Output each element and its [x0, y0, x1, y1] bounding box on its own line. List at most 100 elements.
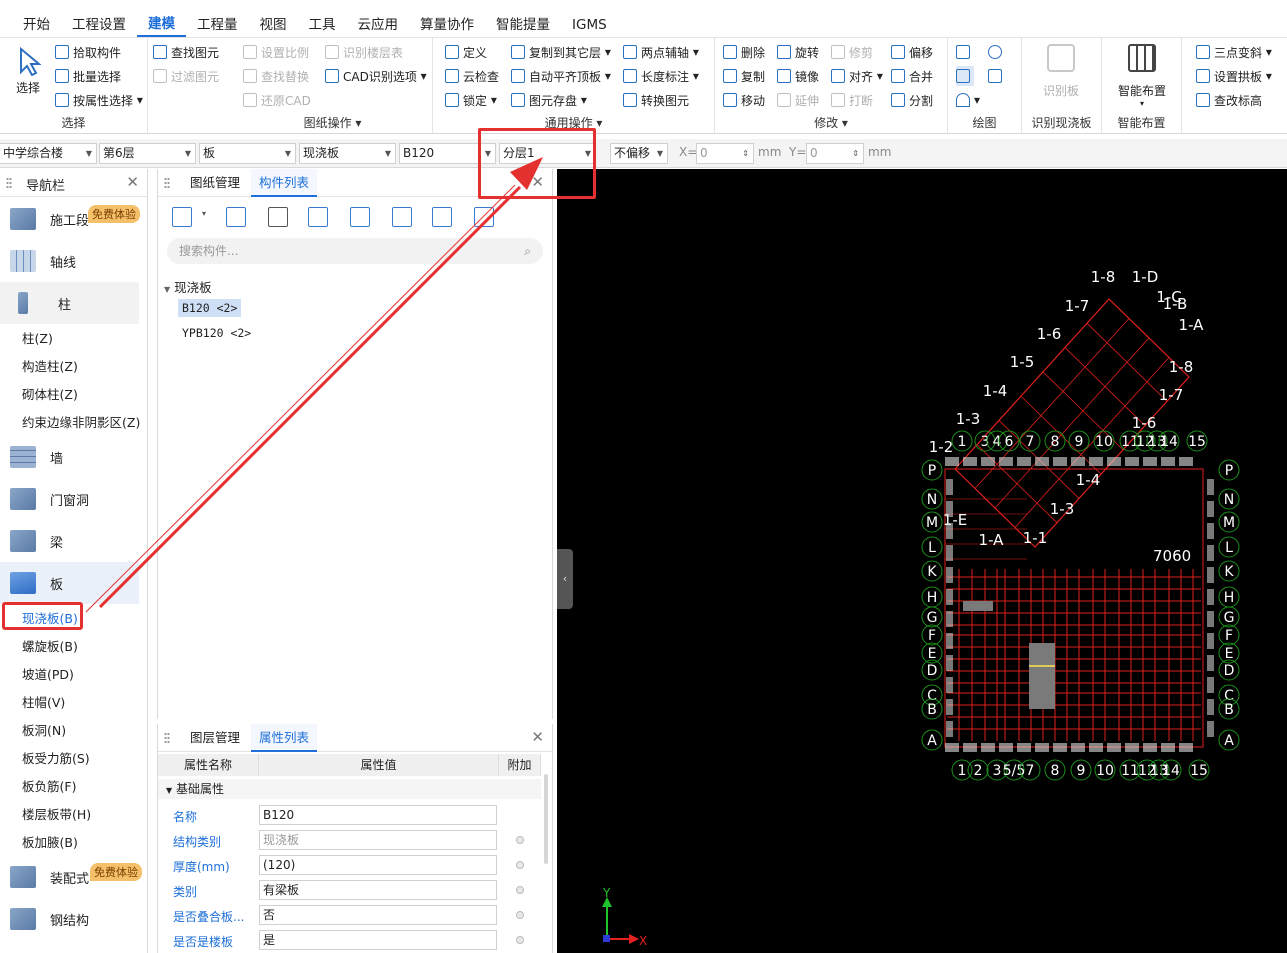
attach-checkbox[interactable]: [516, 886, 524, 894]
cad-options-button[interactable]: CAD识别选项 ▾: [325, 66, 427, 86]
define-button[interactable]: 定义: [445, 42, 487, 62]
menu-start[interactable]: 开始: [12, 12, 61, 38]
pick-component-button[interactable]: 拾取构件: [55, 42, 121, 62]
nav-sub-edge-zone[interactable]: 约束边缘非阴影区(Z): [22, 413, 140, 433]
building-select[interactable]: 中学综合楼 ▼: [0, 143, 97, 164]
import-icon[interactable]: [350, 207, 370, 227]
drawing-ops-label[interactable]: 图纸操作 ▾: [233, 114, 432, 131]
find-replace-button[interactable]: 查找替换: [243, 66, 309, 86]
floor-select[interactable]: 第6层 ▼: [99, 143, 196, 164]
nav-sub-ramp[interactable]: 坡道(PD): [22, 665, 74, 685]
nav-sub-column[interactable]: 柱(Z): [22, 329, 53, 349]
extend-button[interactable]: 延伸: [777, 90, 819, 110]
lock-button[interactable]: 锁定 ▾: [445, 90, 497, 110]
y-input[interactable]: 0 ⇕: [806, 143, 864, 164]
nav-sub-constructional-column[interactable]: 构造柱(Z): [22, 357, 78, 377]
align-button[interactable]: 对齐 ▾: [831, 66, 883, 86]
prop-category-value[interactable]: 有梁板: [259, 880, 497, 900]
delete-button[interactable]: 删除: [723, 42, 765, 62]
rotate-button[interactable]: 旋转: [777, 42, 819, 62]
convert-element-button[interactable]: 转换图元: [623, 90, 689, 110]
tab-component-list[interactable]: 构件列表: [251, 169, 318, 197]
copy-to-other-floor-button[interactable]: 复制到其它层 ▾: [511, 42, 611, 62]
drag-handle-icon[interactable]: [164, 177, 170, 189]
tree-item-ypb120[interactable]: YPB120 <2>: [182, 326, 251, 340]
merge-button[interactable]: 合并: [891, 66, 933, 86]
nav-column[interactable]: 柱: [0, 282, 139, 324]
tab-layer-management[interactable]: 图层管理: [182, 724, 248, 752]
category-select[interactable]: 板 ▼: [199, 143, 296, 164]
scrollbar[interactable]: [544, 774, 548, 864]
nav-sub-column-cap[interactable]: 柱帽(V): [22, 693, 65, 713]
modify-label[interactable]: 修改 ▾: [715, 114, 947, 131]
prop-name-value[interactable]: B120: [259, 805, 497, 825]
menu-igms[interactable]: IGMS: [561, 12, 618, 38]
menu-view[interactable]: 视图: [249, 12, 298, 38]
new-component-icon[interactable]: [172, 207, 192, 227]
draw-rotate-point-button[interactable]: [988, 42, 1006, 62]
mirror-button[interactable]: 镜像: [777, 66, 819, 86]
break-button[interactable]: 打断: [831, 90, 873, 110]
batch-select-button[interactable]: 批量选择: [55, 66, 121, 86]
restore-cad-button[interactable]: 还原CAD: [243, 90, 311, 110]
menu-project-settings[interactable]: 工程设置: [61, 12, 137, 38]
search-input[interactable]: 搜索构件... ⌕: [167, 238, 543, 264]
nav-slab[interactable]: 板: [0, 562, 139, 604]
select-button[interactable]: 选择: [8, 46, 48, 96]
export-icon[interactable]: [392, 207, 412, 227]
nav-sub-slab-rebar[interactable]: 板受力筋(S): [22, 749, 90, 769]
tree-root[interactable]: ▼ 现浇板: [164, 277, 212, 296]
nav-axis[interactable]: 轴线: [0, 240, 139, 282]
type-select[interactable]: 现浇板 ▼: [299, 143, 396, 164]
recognize-floor-table-button[interactable]: 识别楼层表: [325, 42, 403, 62]
draw-arc-button[interactable]: ▾: [956, 90, 980, 110]
offset-select[interactable]: 不偏移 ▼: [610, 143, 668, 164]
select-by-attr-button[interactable]: 按属性选择 ▾: [55, 90, 143, 110]
close-icon[interactable]: ✕: [531, 728, 544, 746]
drawing-canvas[interactable]: P P N N M M L L K K H H G G F F E E D D C C B B A A 1 3 4 6 7 8 9 10 11 12 1…: [557, 169, 1287, 953]
duplicate-icon[interactable]: [308, 207, 328, 227]
prop-floor-slab-value[interactable]: 是: [259, 930, 497, 950]
element-save-button[interactable]: 图元存盘 ▾: [511, 90, 587, 110]
nav-sub-masonry-column[interactable]: 砌体柱(Z): [22, 385, 78, 405]
draw-line-button[interactable]: [956, 66, 974, 86]
attach-checkbox[interactable]: [516, 836, 524, 844]
auto-align-top-button[interactable]: 自动平齐顶板 ▾: [511, 66, 611, 86]
image-icon[interactable]: [474, 207, 494, 227]
move-button[interactable]: 移动: [723, 90, 765, 110]
nav-sub-floor-strip[interactable]: 楼层板带(H): [22, 805, 91, 825]
split-button[interactable]: 分割: [891, 90, 933, 110]
prop-composite-value[interactable]: 否: [259, 905, 497, 925]
find-element-button[interactable]: 查找图元: [153, 42, 219, 62]
two-point-axis-button[interactable]: 两点辅轴 ▾: [623, 42, 699, 62]
smart-layout-button[interactable]: 智能布置 ▾: [1110, 42, 1174, 108]
nav-door-window[interactable]: 门窗洞: [0, 478, 139, 520]
attach-checkbox[interactable]: [516, 911, 524, 919]
list-icon[interactable]: [432, 207, 452, 227]
nav-sub-slab-haunch[interactable]: 板加腋(B): [22, 833, 78, 853]
tree-item-b120[interactable]: B120 <2>: [178, 299, 242, 317]
trim-button[interactable]: 修剪: [831, 42, 873, 62]
draw-point-button[interactable]: [956, 42, 974, 62]
menu-cloud[interactable]: 云应用: [347, 12, 410, 38]
menu-modeling[interactable]: 建模: [137, 13, 186, 37]
check-elevation-button[interactable]: 查改标高: [1196, 90, 1262, 110]
menu-tools[interactable]: 工具: [298, 12, 347, 38]
nav-sub-negative-rebar[interactable]: 板负筋(F): [22, 777, 76, 797]
filter-element-button[interactable]: 过滤图元: [153, 66, 219, 86]
drag-handle-icon[interactable]: [6, 177, 12, 189]
prop-thickness-value[interactable]: (120): [259, 855, 497, 875]
nav-wall[interactable]: 墙: [0, 436, 139, 478]
nav-beam[interactable]: 梁: [0, 520, 139, 562]
prop-struct-value[interactable]: 现浇板: [259, 830, 497, 850]
menu-collab[interactable]: 算量协作: [409, 12, 485, 38]
draw-rect-button[interactable]: [988, 66, 1006, 86]
drag-handle-icon[interactable]: [164, 732, 170, 744]
nav-steel[interactable]: 钢结构: [0, 898, 139, 940]
tab-property-list[interactable]: 属性列表: [251, 724, 318, 752]
section-basic-props[interactable]: ▼ 基础属性: [158, 779, 541, 799]
length-dimension-button[interactable]: 长度标注 ▾: [623, 66, 699, 86]
nav-sub-slab-hole[interactable]: 板洞(N): [22, 721, 66, 741]
three-point-slope-button[interactable]: 三点变斜 ▾: [1196, 42, 1272, 62]
recognize-slab-button[interactable]: 识别板: [1036, 42, 1086, 99]
